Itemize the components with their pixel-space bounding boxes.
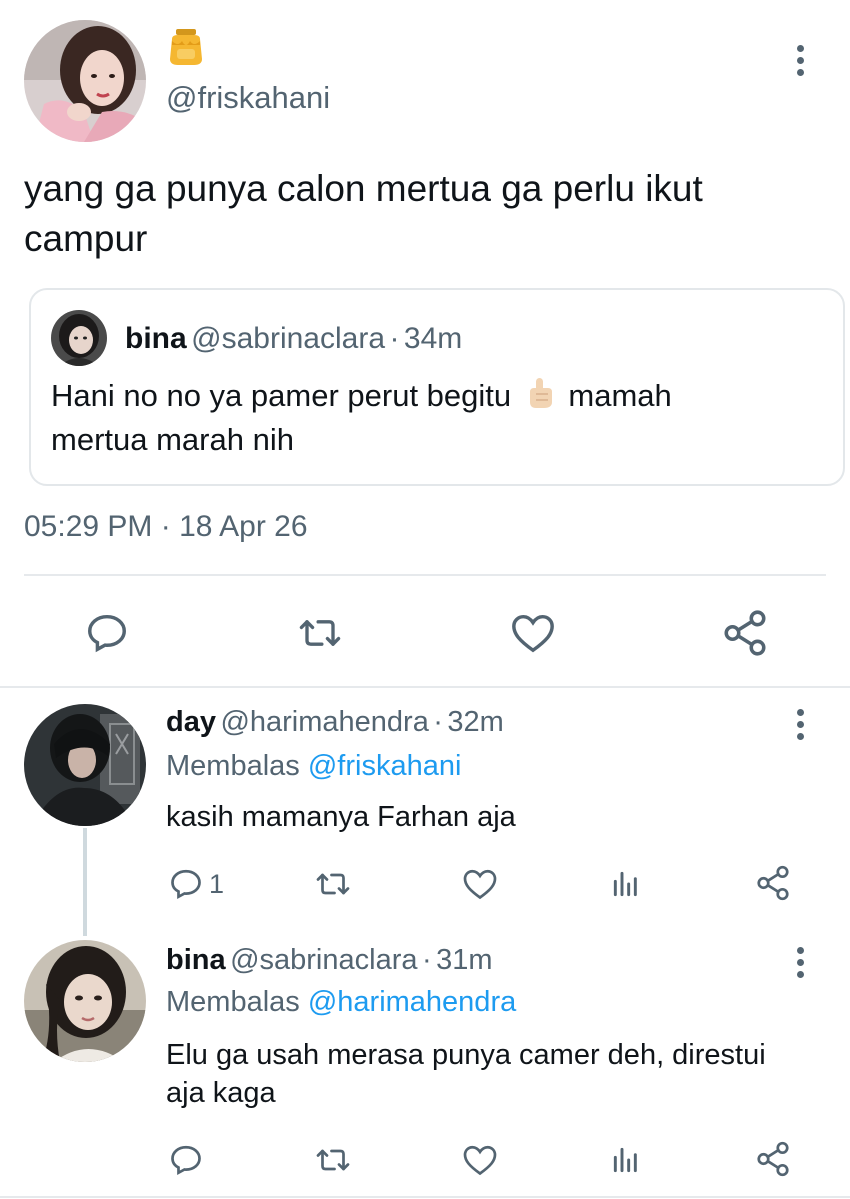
reply-text: kasih mamanya Farhan aja: [166, 801, 516, 833]
like-icon[interactable]: [460, 1140, 500, 1180]
meta-separator: ·: [421, 944, 432, 976]
reply-author-avatar[interactable]: [24, 940, 146, 1062]
tweet-timestamp[interactable]: 05:29 PM · 18 Apr 26: [24, 510, 308, 544]
replying-to-mention[interactable]: @friskahani: [308, 750, 462, 782]
quoted-tweet-card[interactable]: bina @sabrinaclara · 34m Hani no no ya p…: [29, 288, 845, 486]
replying-to-mention[interactable]: @harimahendra: [308, 986, 516, 1018]
more-options-icon[interactable]: [790, 40, 810, 80]
quoted-tweet-text: Hani no no ya pamer perut begitu mamah m…: [51, 376, 771, 460]
tweet-detail-page: @friskahani yang ga punya calon mertua g…: [0, 0, 850, 1199]
replying-to: Membalas @friskahani: [166, 750, 461, 783]
index-finger-pointing-up-icon: [524, 376, 556, 420]
tweet-time: 05:29 PM: [24, 510, 153, 543]
analytics-icon[interactable]: [608, 864, 644, 904]
quoted-tweet-time[interactable]: 34m: [404, 322, 462, 355]
share-icon[interactable]: [752, 862, 794, 904]
reply-author-name[interactable]: bina: [166, 944, 226, 976]
reply-icon[interactable]: [82, 608, 132, 658]
like-icon[interactable]: [460, 864, 500, 904]
display-name-emoji-icon: [168, 27, 204, 67]
tweet-text: yang ga punya calon mertua ga perlu ikut…: [24, 168, 703, 259]
more-options-icon[interactable]: [790, 704, 810, 744]
timestamp-separator: ·: [160, 510, 171, 543]
replying-to-label: Membalas: [166, 750, 300, 782]
tweet-date: 18 Apr 26: [179, 510, 308, 543]
retweet-icon[interactable]: [292, 608, 348, 658]
reply-time[interactable]: 32m: [447, 706, 503, 738]
author-avatar[interactable]: [24, 20, 146, 142]
reply-time[interactable]: 31m: [436, 944, 492, 976]
reply-icon[interactable]: [166, 864, 206, 904]
reply-2-meta: bina @sabrinaclara · 31m: [166, 944, 493, 977]
reply-author-name[interactable]: day: [166, 706, 216, 738]
quoted-author-handle[interactable]: @sabrinaclara: [191, 322, 385, 355]
reply-1-meta: day @harimahendra · 32m: [166, 706, 504, 739]
retweet-icon[interactable]: [310, 1140, 356, 1180]
reply-author-handle[interactable]: @sabrinaclara: [230, 944, 417, 976]
reply-author-avatar[interactable]: [24, 704, 146, 826]
meta-separator: ·: [433, 706, 443, 738]
meta-separator: ·: [389, 322, 400, 355]
more-options-icon[interactable]: [790, 942, 810, 982]
reply-icon[interactable]: [166, 1140, 206, 1180]
divider: [0, 686, 850, 688]
share-icon[interactable]: [752, 1138, 794, 1180]
quoted-author-name[interactable]: bina: [125, 322, 187, 355]
analytics-icon[interactable]: [608, 1140, 644, 1180]
divider: [0, 1196, 850, 1198]
thread-connector-line: [83, 828, 87, 936]
replying-to-label: Membalas: [166, 986, 300, 1018]
like-icon[interactable]: [508, 608, 558, 658]
author-handle[interactable]: @friskahani: [166, 80, 330, 116]
divider: [24, 574, 826, 576]
quoted-text-part-1: Hani no no ya pamer perut begitu: [51, 378, 512, 414]
quoted-tweet-meta: bina @sabrinaclara · 34m: [125, 322, 462, 356]
replying-to: Membalas @harimahendra: [166, 986, 516, 1019]
share-icon[interactable]: [718, 606, 772, 660]
reply-count: 1: [209, 869, 225, 899]
reply-author-handle[interactable]: @harimahendra: [220, 706, 428, 738]
retweet-icon[interactable]: [310, 864, 356, 904]
reply-text: Elu ga usah merasa punya camer deh, dire…: [166, 1039, 766, 1109]
quoted-author-avatar: [51, 310, 107, 366]
